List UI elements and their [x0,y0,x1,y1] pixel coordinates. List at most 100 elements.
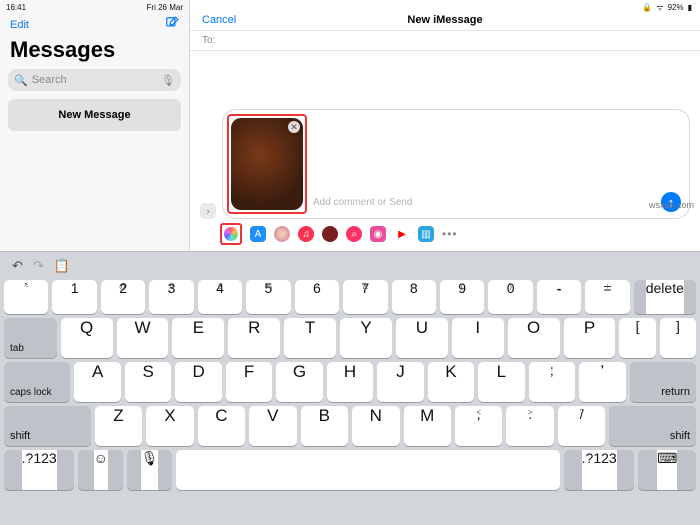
key-X[interactable]: X [146,406,193,446]
key-1[interactable]: !1 [52,280,96,314]
compose-area: › ✕ Add comment or Send ↑ [190,51,700,251]
key-M[interactable]: M [404,406,451,446]
key-E[interactable]: E [172,318,224,358]
search-placeholder: Search [32,74,67,86]
key-][interactable]: }] [660,318,696,358]
dictate-key[interactable]: 🎙 [127,450,172,490]
return-key[interactable]: return [630,362,696,402]
symbols-key-right[interactable]: .?123 [564,450,634,490]
thread-new-message[interactable]: New Message [8,99,181,131]
trello-app-icon[interactable]: ▥ [418,226,434,242]
sidebar-title: Messages [0,35,189,69]
key-K[interactable]: K [428,362,474,402]
cancel-button[interactable]: Cancel [202,14,236,26]
photo-attachment[interactable]: ✕ [231,118,303,210]
key-6[interactable]: ^6 [295,280,339,314]
key-3[interactable]: #3 [149,280,193,314]
ipad-messages-screen: 16:41 Fri 26 Mar Edit Messages 🔍 Search … [0,0,700,525]
key-Q[interactable]: Q [61,318,113,358]
search-icon: 🔍 [14,74,28,87]
key-7[interactable]: &7 [343,280,387,314]
key-A[interactable]: A [74,362,120,402]
undo-icon[interactable]: ↶ [12,258,23,274]
hide-keyboard-key[interactable]: ⌨ [638,450,696,490]
more-apps-button[interactable]: ••• [442,227,458,241]
imessage-app-row: A ♫ ⌕ ◉ ▶ ▥ ••• [200,223,690,245]
redo-icon[interactable]: ↷ [33,258,44,274]
app-upper: 16:41 Fri 26 Mar Edit Messages 🔍 Search … [0,0,700,252]
dictate-icon[interactable]: 🎙 [161,74,175,87]
symbols-key[interactable]: .?123 [4,450,74,490]
key-=[interactable]: += [585,280,629,314]
compose-icon[interactable] [165,16,179,33]
key-I[interactable]: I [452,318,504,358]
messages-sidebar: 16:41 Fri 26 Mar Edit Messages 🔍 Search … [0,0,190,251]
remove-attachment-button[interactable]: ✕ [288,121,300,133]
photos-app-icon[interactable] [223,226,239,242]
key-8[interactable]: *8 [392,280,436,314]
key-U[interactable]: U [396,318,448,358]
key-5[interactable]: %5 [246,280,290,314]
key-Y[interactable]: Y [340,318,392,358]
key-,[interactable]: <, [455,406,502,446]
key-2[interactable]: @2 [101,280,145,314]
search-app-icon[interactable]: ⌕ [346,226,362,242]
battery-percent: 92% [668,3,684,12]
camera-app-icon[interactable]: ◉ [370,226,386,242]
keyboard-row-qwerty: tabQWERTYUIOP{[}] [4,318,696,358]
watermark: wsxdn.com [649,200,694,210]
key-H[interactable]: H [327,362,373,402]
key-J[interactable]: J [377,362,423,402]
emoji-key[interactable]: ☺ [78,450,123,490]
key-D[interactable]: D [175,362,221,402]
youtube-app-icon[interactable]: ▶ [394,226,410,242]
message-input-bubble[interactable]: ✕ Add comment or Send ↑ [222,109,690,219]
key-;[interactable]: :; [529,362,575,402]
key-Z[interactable]: Z [95,406,142,446]
key-4[interactable]: £4 [198,280,242,314]
key-'[interactable]: "' [579,362,625,402]
key-W[interactable]: W [117,318,169,358]
key-0[interactable]: )0 [488,280,532,314]
key-C[interactable]: C [198,406,245,446]
key-[[interactable]: {[ [619,318,655,358]
keyboard-row-numbers: ~`!1@2#3£4%5^6&7*8(9)0_-+=delete [4,280,696,314]
search-field[interactable]: 🔍 Search 🎙 [8,69,181,91]
key--[interactable]: _- [537,280,581,314]
expand-apps-button[interactable]: › [200,203,216,219]
battery-icon: ▮ [688,3,692,12]
key-F[interactable]: F [226,362,272,402]
shift-key-right[interactable]: shift [609,406,696,446]
key-V[interactable]: V [249,406,296,446]
tab-key[interactable]: tab [4,318,57,358]
key-T[interactable]: T [284,318,336,358]
key-L[interactable]: L [478,362,524,402]
wifi-icon: ᯤ [656,2,663,13]
capslock-key[interactable]: caps lock [4,362,70,402]
to-field[interactable]: To: [190,30,700,51]
status-bar-right: 🔒 ᯤ 92% ▮ [190,0,700,14]
key-9[interactable]: (9 [440,280,484,314]
key-P[interactable]: P [564,318,616,358]
music-app-icon[interactable]: ♫ [298,226,314,242]
key-N[interactable]: N [352,406,399,446]
compose-title: New iMessage [407,14,482,26]
key-/[interactable]: ?/ [558,406,605,446]
key-B[interactable]: B [301,406,348,446]
delete-key[interactable]: delete [634,280,696,314]
compose-pane: 🔒 ᯤ 92% ▮ New iMessage Cancel To: › [190,0,700,251]
key-G[interactable]: G [276,362,322,402]
key-R[interactable]: R [228,318,280,358]
app-store-icon[interactable]: A [250,226,266,242]
clipboard-icon[interactable]: 📋 [54,258,70,274]
shift-key-left[interactable]: shift [4,406,91,446]
space-key[interactable] [176,450,560,490]
key-.[interactable]: >. [506,406,553,446]
key-S[interactable]: S [125,362,171,402]
key-O[interactable]: O [508,318,560,358]
edit-button[interactable]: Edit [10,19,29,31]
key-`[interactable]: ~` [4,280,48,314]
photos-app-highlight [220,223,242,245]
sticker-app-icon[interactable] [322,226,338,242]
memoji-app-icon[interactable] [274,226,290,242]
